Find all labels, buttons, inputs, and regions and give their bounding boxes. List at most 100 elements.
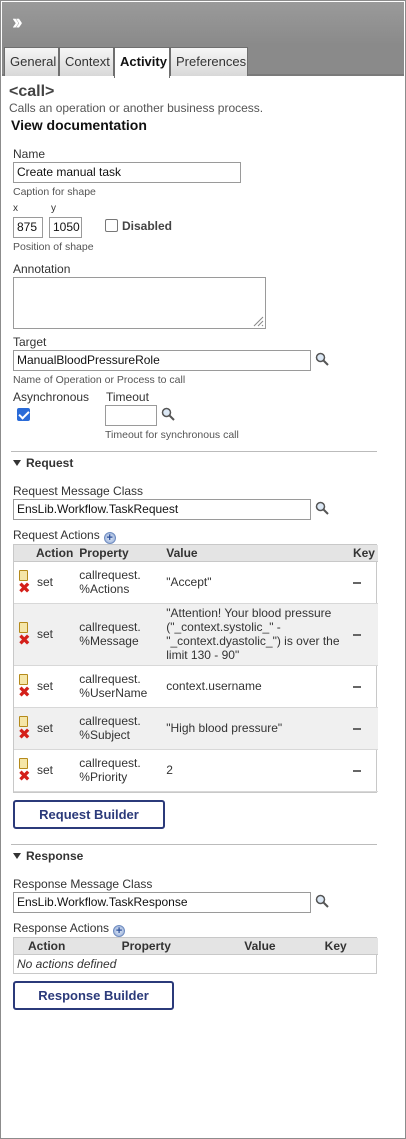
clipboard-icon[interactable] [19,715,28,727]
add-response-action-icon[interactable]: + [113,925,126,937]
request-actions-header: Request Actions + [13,528,116,544]
row-property: callrequest. %UserName [76,665,164,708]
clipboard-icon[interactable] [19,757,28,769]
row-value: "Accept" [163,561,350,604]
row-action: set [33,665,77,708]
element-title: <call> [9,83,55,100]
key-dash [352,685,361,688]
table-row[interactable]: ✖ set callrequest. %Message "Attention! … [14,603,378,666]
col-property: Property [118,938,242,955]
key-dash [352,633,361,636]
request-actions-label: Request Actions [13,528,100,542]
position-hint: Position of shape [13,241,94,253]
asynchronous-label: Asynchronous [13,390,90,404]
collapse-triangle-icon [13,460,21,466]
add-request-action-icon[interactable]: + [103,532,116,544]
clipboard-icon[interactable] [19,673,28,685]
response-actions-label: Response Actions [13,921,110,935]
row-action: set [33,707,77,750]
property-panel: ›› General Context Activity Preferences … [0,0,406,1139]
col-key: Key [321,938,378,955]
element-description: Calls an operation or another business p… [9,101,264,115]
row-value: 2 [163,749,350,792]
response-builder-button[interactable]: Response Builder [13,981,174,1010]
row-property: callrequest. %Actions [76,561,164,604]
col-action: Action [14,938,119,955]
red-x-icon[interactable]: ✖ [18,633,31,648]
row-value: "Attention! Your blood pressure ("_conte… [163,603,350,666]
collapse-triangle-icon [13,853,21,859]
row-action: set [33,749,77,792]
y-label: y [51,203,56,214]
name-label: Name [13,147,46,161]
activity-content: <call> Calls an operation or another bus… [9,81,381,133]
y-input[interactable]: 1050 [49,217,82,238]
response-class-label: Response Message Class [13,877,153,891]
key-dash [352,769,361,772]
response-section-label: Response [26,849,84,863]
table-row[interactable]: ✖ set callrequest. %Subject "High blood … [14,707,378,750]
timeout-search-icon[interactable] [161,407,175,421]
red-x-icon[interactable]: ✖ [18,769,31,784]
annotation-label: Annotation [13,262,71,276]
name-hint: Caption for shape [13,186,96,198]
timeout-input[interactable] [105,405,157,426]
target-label: Target [13,335,47,349]
row-property: callrequest. %Priority [76,749,164,792]
table-row[interactable]: ✖ set callrequest. %UserName context.use… [14,665,378,708]
response-divider [11,844,377,845]
table-row[interactable]: ✖ set callrequest. %Actions "Accept" [14,561,378,604]
red-x-icon[interactable]: ✖ [18,581,31,596]
target-hint: Name of Operation or Process to call [13,374,186,386]
col-key: Key [349,545,378,562]
x-label: x [13,203,18,214]
response-actions-table: Action Property Value Key No actions def… [13,937,378,974]
tab-bar: General Context Activity Preferences [2,45,404,78]
col-value: Value [163,545,350,562]
annotation-textarea[interactable] [13,277,266,329]
request-class-label: Request Message Class [13,484,144,498]
double-chevron-right-icon[interactable]: ›› [12,8,22,36]
disabled-label: Disabled [122,219,173,233]
tab-preferences[interactable]: Preferences [170,47,248,76]
col-action: Action [33,545,77,562]
timeout-hint: Timeout for synchronous call [105,429,239,441]
row-action: set [33,603,77,666]
red-x-icon[interactable]: ✖ [18,727,31,742]
target-input[interactable]: ManualBloodPressureRole [13,350,311,371]
request-section-toggle[interactable]: Request [13,456,377,470]
asynchronous-checkbox[interactable] [17,408,30,421]
panel-header: ›› [2,2,404,45]
request-actions-table: Action Property Value Key ✖ set callrequ… [13,544,378,793]
response-section-toggle[interactable]: Response [13,849,377,863]
key-dash [352,581,361,584]
clipboard-icon[interactable] [19,569,28,581]
request-class-input[interactable]: EnsLib.Workflow.TaskRequest [13,499,311,520]
response-class-input[interactable]: EnsLib.Workflow.TaskResponse [13,892,311,913]
name-input[interactable]: Create manual task [13,162,241,183]
no-actions-text: No actions defined [17,956,117,971]
red-x-icon[interactable]: ✖ [18,685,31,700]
request-builder-button[interactable]: Request Builder [13,800,165,829]
resize-grip-icon[interactable] [252,315,264,327]
tab-general[interactable]: General [4,47,59,76]
row-value: context.username [163,665,350,708]
row-value: "High blood pressure" [163,707,350,750]
clipboard-icon[interactable] [19,621,28,633]
col-value: Value [241,938,322,955]
request-divider [11,451,377,452]
target-search-icon[interactable] [315,352,329,366]
tab-activity[interactable]: Activity [114,47,170,78]
disabled-checkbox[interactable] [105,219,118,232]
key-dash [352,727,361,730]
row-property: callrequest. %Message [76,603,164,666]
request-class-search-icon[interactable] [315,501,329,515]
timeout-label: Timeout [106,390,149,404]
row-property: callrequest. %Subject [76,707,164,750]
x-input[interactable]: 875 [13,217,43,238]
response-class-search-icon[interactable] [315,894,329,908]
view-documentation-link[interactable]: View documentation [11,117,381,133]
response-actions-header: Response Actions + [13,921,126,937]
tab-context[interactable]: Context [59,47,114,76]
table-row[interactable]: ✖ set callrequest. %Priority 2 [14,749,378,792]
